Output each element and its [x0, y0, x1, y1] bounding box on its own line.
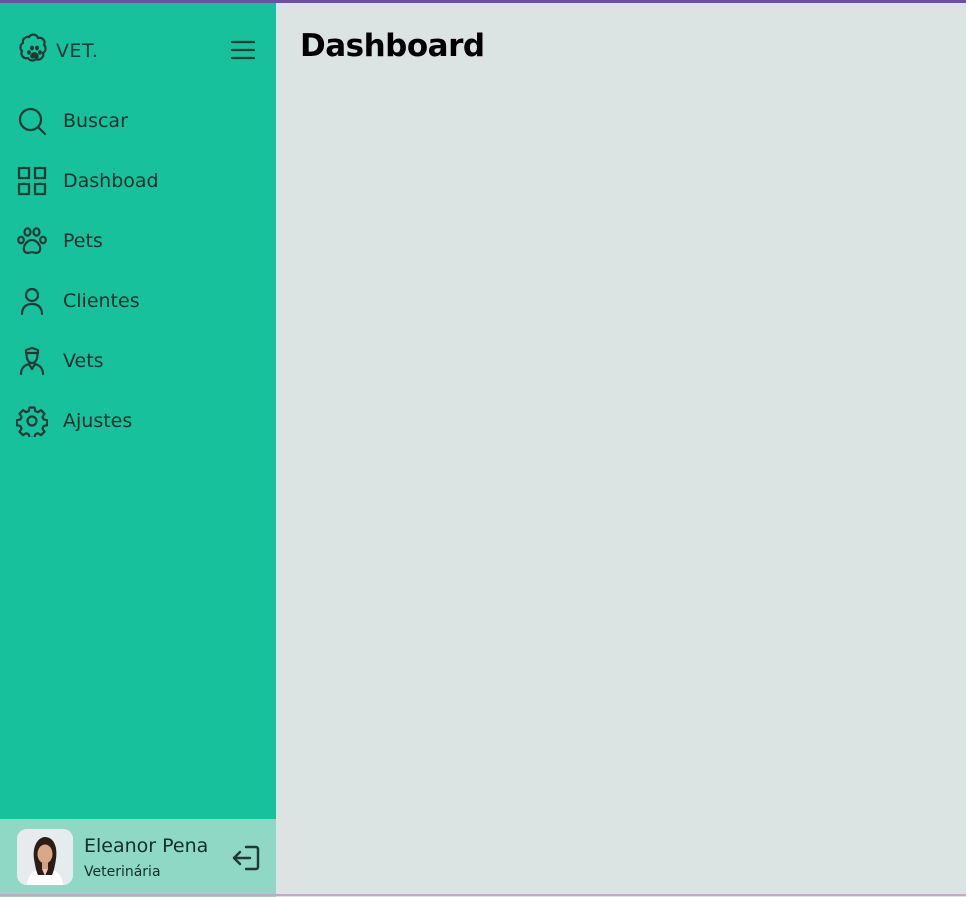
paw-icon [16, 225, 48, 257]
menu-toggle-button[interactable] [229, 37, 257, 63]
sidebar-nav: Buscar Dashboad Pets Clientes Vets Ajust… [0, 91, 276, 451]
profile-name: Eleanor Pena [84, 835, 209, 857]
sidebar-item-label: Pets [63, 230, 103, 252]
sidebar-item-pets[interactable]: Pets [0, 211, 276, 271]
sidebar-item-vets[interactable]: Vets [0, 331, 276, 391]
sidebar: VET. Buscar Dashboad Pets Clientes Vets … [0, 3, 276, 897]
gear-icon [16, 405, 48, 437]
paw-logo-icon [16, 31, 52, 71]
user-icon [16, 285, 48, 317]
sidebar-item-label: Ajustes [63, 410, 133, 432]
profile-role: Veterinária [84, 864, 161, 880]
sidebar-item-label: Buscar [63, 110, 128, 132]
logout-button[interactable] [230, 843, 262, 873]
brand-name: VET. [56, 40, 99, 62]
page-title: Dashboard [300, 28, 485, 64]
sidebar-item-label: Dashboad [63, 170, 159, 192]
user-profile-card: Eleanor Pena Veterinária [0, 819, 276, 897]
vet-icon [16, 345, 48, 377]
logout-icon [230, 845, 262, 877]
sidebar-item-buscar[interactable]: Buscar [0, 91, 276, 151]
sidebar-item-dashboard[interactable]: Dashboad [0, 151, 276, 211]
sidebar-item-ajustes[interactable]: Ajustes [0, 391, 276, 451]
brand-logo[interactable]: VET. [16, 33, 98, 69]
hamburger-icon [229, 40, 257, 67]
search-icon [16, 105, 48, 137]
grid-icon [16, 165, 48, 197]
avatar[interactable] [17, 829, 73, 885]
sidebar-item-label: Clientes [63, 290, 140, 312]
sidebar-item-label: Vets [63, 350, 104, 372]
sidebar-item-clientes[interactable]: Clientes [0, 271, 276, 331]
